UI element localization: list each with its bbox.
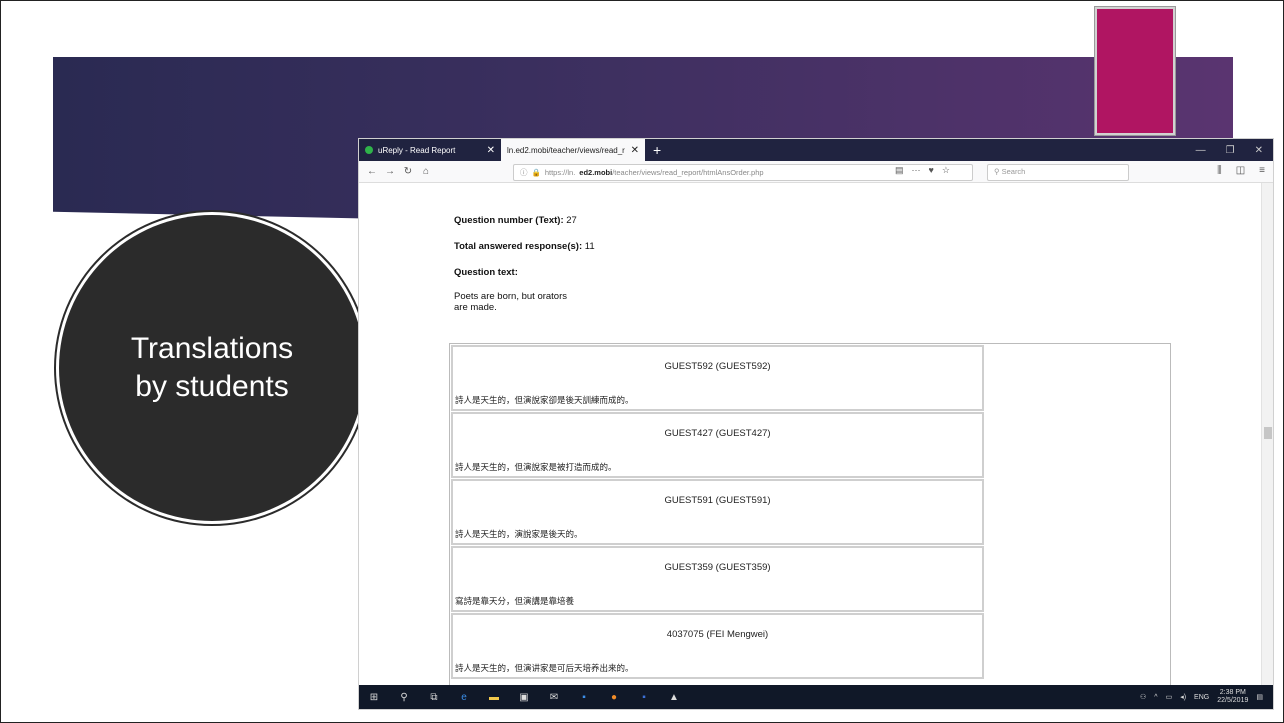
firefox-icon[interactable]: ● <box>599 692 629 703</box>
task-view-icon[interactable]: ⧉ <box>419 692 449 703</box>
menu-icon[interactable]: ≡ <box>1259 165 1265 176</box>
close-window-icon[interactable]: ✕ <box>1255 145 1263 156</box>
table-row: GUEST427 (GUEST427) 詩人是天生的，但演說家是被打造而成的。 <box>451 412 984 478</box>
question-number-value: 27 <box>566 215 577 226</box>
clock[interactable]: 2:38 PM 22/5/2019 <box>1217 689 1248 705</box>
home-icon[interactable]: ⌂ <box>417 166 435 177</box>
window-controls: — ❐ ✕ <box>1196 139 1273 161</box>
respondent-name: 4037075 (FEI Mengwei) <box>666 629 769 640</box>
outlook-icon[interactable]: ▪ <box>569 692 599 703</box>
clock-time: 2:38 PM <box>1219 689 1246 696</box>
photos-icon[interactable]: ▲ <box>659 692 689 703</box>
page-content: Question number (Text): 27 Total answere… <box>359 183 1273 703</box>
respondent-name: GUEST359 (GUEST359) <box>664 562 771 573</box>
tab-label: uReply - Read Report <box>378 145 456 155</box>
question-text-heading: Question text: <box>454 267 518 278</box>
maximize-icon[interactable]: ❐ <box>1226 145 1235 156</box>
file-explorer-icon[interactable]: ▬ <box>479 692 509 703</box>
slide: Translations by students uReply - Read R… <box>0 0 1284 723</box>
table-row: GUEST359 (GUEST359) 寫詩是靠天分，但演講是靠培養 <box>451 546 984 612</box>
response-answer: 寫詩是靠天分，但演講是靠培養 <box>455 597 575 607</box>
respondent-name: GUEST592 (GUEST592) <box>664 361 771 372</box>
more-icon[interactable]: ··· <box>912 165 921 176</box>
question-text-line: Poets are born, but orators <box>454 291 568 302</box>
edge-icon[interactable]: e <box>449 692 479 703</box>
url-path: /teacher/views/read_report/htmlAnsOrder.… <box>612 168 764 177</box>
tab-bar: uReply - Read Report ✕ ln.ed2.mobi/teach… <box>359 139 1273 161</box>
response-answer: 詩人是天生的，演說家是後天的。 <box>455 530 583 540</box>
slide-title: Translations by students <box>130 332 294 403</box>
title-circle: Translations by students <box>59 215 365 521</box>
question-number: Question number (Text): 27 <box>454 215 577 226</box>
tab-ureply[interactable]: uReply - Read Report ✕ <box>359 139 501 161</box>
volume-icon[interactable]: ◂) <box>1180 693 1186 701</box>
bookmark-star-icon[interactable]: ☆ <box>942 165 950 176</box>
toolbar-icons: ⫼ ◫ ≡ <box>1217 165 1265 176</box>
response-answer: 詩人是天生的，但演說家是被打造而成的。 <box>455 463 617 473</box>
total-responses: Total answered response(s): 11 <box>454 241 595 252</box>
close-icon[interactable]: ✕ <box>487 145 495 156</box>
responses-table: GUEST592 (GUEST592) 詩人是天生的，但演說家卻是後天訓練而成的… <box>449 343 1171 703</box>
question-text-label: Question text: <box>454 267 518 278</box>
tab-report[interactable]: ln.ed2.mobi/teacher/views/read_r ✕ <box>501 139 645 161</box>
back-icon[interactable]: ← <box>363 166 381 177</box>
windows-taskbar: ⊞ ⚲ ⧉ e ▬ ▣ ✉ ▪ ● ▪ ▲ ⚇ ^ ▭ ◂) ENG 2:38 … <box>359 685 1273 709</box>
question-text: Poets are born, but orators are made. <box>454 291 567 313</box>
reload-icon[interactable]: ↻ <box>399 166 417 177</box>
store-icon[interactable]: ▣ <box>509 692 539 703</box>
reader-view-icon[interactable]: ▤ <box>895 165 904 176</box>
scrollbar-thumb[interactable] <box>1264 427 1272 439</box>
response-answer: 詩人是天生的，但演說家卻是後天訓練而成的。 <box>455 396 634 406</box>
lock-icon: 🔒 <box>531 168 541 177</box>
network-icon[interactable]: ▭ <box>1166 693 1173 701</box>
accent-rectangle <box>1094 6 1176 136</box>
respondent-name: GUEST427 (GUEST427) <box>664 428 771 439</box>
browser-screenshot: uReply - Read Report ✕ ln.ed2.mobi/teach… <box>359 139 1273 709</box>
word-icon[interactable]: ▪ <box>629 692 659 703</box>
search-input[interactable]: ⚲ Search <box>987 164 1129 181</box>
search-icon: ⚲ <box>994 167 1000 176</box>
minimize-icon[interactable]: — <box>1196 145 1206 156</box>
search-icon[interactable]: ⚲ <box>389 692 419 703</box>
info-icon[interactable]: ⓘ <box>520 167 528 178</box>
url-prefix: https://ln. <box>544 168 576 177</box>
table-row: GUEST592 (GUEST592) 詩人是天生的，但演說家卻是後天訓練而成的… <box>451 345 984 411</box>
response-answer: 詩人是天生的，但演讲家是可后天培养出来的。 <box>455 664 634 674</box>
search-placeholder: Search <box>1001 167 1026 176</box>
table-row: 4037075 (FEI Mengwei) 詩人是天生的，但演讲家是可后天培养出… <box>451 613 984 679</box>
close-icon[interactable]: ✕ <box>631 145 639 156</box>
table-row: GUEST591 (GUEST591) 詩人是天生的，演說家是後天的。 <box>451 479 984 545</box>
page-actions: ▤ ··· ♥ ☆ <box>895 165 950 176</box>
clock-date: 22/5/2019 <box>1217 697 1249 704</box>
system-tray: ⚇ ^ ▭ ◂) ENG 2:38 PM 22/5/2019 ▤ <box>1140 689 1273 705</box>
question-text-line: are made. <box>454 302 497 313</box>
scrollbar[interactable] <box>1261 183 1273 685</box>
people-icon[interactable]: ⚇ <box>1140 693 1146 701</box>
notifications-icon[interactable]: ▤ <box>1256 693 1263 701</box>
respondent-name: GUEST591 (GUEST591) <box>664 495 771 506</box>
library-icon[interactable]: ⫼ <box>1217 165 1222 176</box>
total-label: Total answered response(s): <box>454 241 583 252</box>
forward-icon[interactable]: → <box>381 166 399 177</box>
windows-start-icon[interactable]: ⊞ <box>359 692 389 703</box>
language-indicator[interactable]: ENG <box>1194 694 1209 701</box>
url-domain: ed2.mobi <box>579 168 613 177</box>
total-value: 11 <box>584 241 595 252</box>
ureply-favicon-icon <box>365 146 373 154</box>
sidebar-icon[interactable]: ◫ <box>1236 165 1245 176</box>
chevron-up-icon[interactable]: ^ <box>1154 694 1157 701</box>
tab-label: ln.ed2.mobi/teacher/views/read_r <box>507 145 625 155</box>
question-number-label: Question number (Text): <box>454 215 564 226</box>
new-tab-button[interactable]: + <box>645 139 669 161</box>
pocket-icon[interactable]: ♥ <box>929 165 934 176</box>
mail-icon[interactable]: ✉ <box>539 692 569 703</box>
